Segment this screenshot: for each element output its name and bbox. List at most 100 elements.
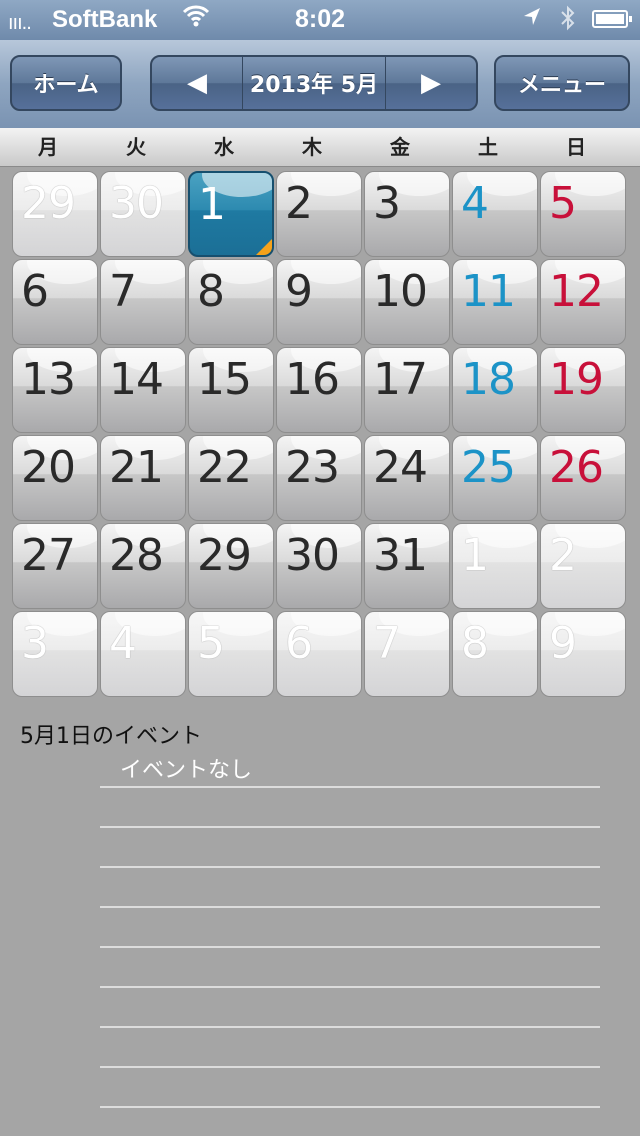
calendar-day[interactable]: 9 [276,259,362,345]
calendar-day[interactable]: 31 [364,523,450,609]
calendar-day[interactable]: 4 [452,171,538,257]
status-bar: ııı.. SoftBank 8:02 [0,0,640,40]
calendar-day[interactable]: 15 [188,347,274,433]
calendar-day[interactable]: 11 [452,259,538,345]
events-title: 5月1日のイベント [20,724,202,749]
day-number: 13 [21,354,76,405]
calendar-day[interactable]: 5 [540,171,626,257]
calendar-day[interactable]: 20 [12,435,98,521]
location-arrow-icon [520,5,544,36]
calendar-day[interactable]: 29 [188,523,274,609]
left-arrow-icon: ◀ [187,68,207,98]
day-number: 21 [109,442,164,493]
calendar-day[interactable]: 8 [452,611,538,697]
calendar-day[interactable]: 3 [12,611,98,697]
calendar-day[interactable]: 3 [364,171,450,257]
day-number: 6 [21,266,49,317]
calendar-day[interactable]: 9 [540,611,626,697]
calendar-day-selected[interactable]: 1 [188,171,274,257]
calendar-day[interactable]: 27 [12,523,98,609]
day-number: 26 [549,442,604,493]
month-title: 2013年 5月 [242,57,386,109]
day-number: 1 [461,530,489,581]
day-number: 9 [285,266,313,317]
event-row-line [100,1066,600,1068]
day-number: 30 [109,178,164,229]
day-number: 18 [461,354,516,405]
weekday-label: 土 [478,135,498,159]
calendar-day[interactable]: 5 [188,611,274,697]
day-number: 5 [197,618,225,669]
event-row-line [100,986,600,988]
calendar-day[interactable]: 8 [188,259,274,345]
bluetooth-icon [560,4,576,39]
menu-button[interactable]: メニュー [494,55,630,111]
event-row-line [100,866,600,868]
home-button[interactable]: ホーム [10,55,122,111]
day-number: 2 [549,530,577,581]
calendar-day[interactable]: 19 [540,347,626,433]
calendar-day[interactable]: 30 [100,171,186,257]
day-number: 2 [285,178,313,229]
calendar-day[interactable]: 29 [12,171,98,257]
calendar-day[interactable]: 23 [276,435,362,521]
no-events-label: イベントなし [120,758,253,783]
calendar-day[interactable]: 10 [364,259,450,345]
event-row-line [100,786,600,788]
weekday-label: 火 [126,135,146,159]
calendar-day[interactable]: 24 [364,435,450,521]
day-number: 14 [109,354,164,405]
weekday-label: 木 [302,135,322,159]
day-number: 8 [461,618,489,669]
day-number: 28 [109,530,164,581]
calendar-day[interactable]: 6 [276,611,362,697]
day-number: 30 [285,530,340,581]
calendar-day[interactable]: 7 [100,259,186,345]
calendar-day[interactable]: 28 [100,523,186,609]
next-month-button[interactable]: ▶ [386,57,476,109]
event-row-line [100,826,600,828]
day-number: 7 [109,266,137,317]
day-number: 3 [373,178,401,229]
month-switcher: ◀ 2013年 5月 ▶ [150,55,478,111]
calendar-day[interactable]: 1 [452,523,538,609]
calendar-day[interactable]: 2 [276,171,362,257]
calendar-day[interactable]: 18 [452,347,538,433]
right-arrow-icon: ▶ [421,68,441,98]
calendar-day[interactable]: 22 [188,435,274,521]
weekday-label: 金 [390,135,410,159]
calendar-day[interactable]: 13 [12,347,98,433]
day-number: 15 [197,354,252,405]
calendar-day[interactable]: 30 [276,523,362,609]
calendar-day[interactable]: 26 [540,435,626,521]
calendar-day[interactable]: 4 [100,611,186,697]
day-number: 11 [461,266,516,317]
day-number: 22 [197,442,252,493]
day-number: 9 [549,618,577,669]
calendar-day[interactable]: 12 [540,259,626,345]
calendar-day[interactable]: 21 [100,435,186,521]
calendar-day[interactable]: 2 [540,523,626,609]
day-number: 27 [21,530,76,581]
day-number: 8 [197,266,225,317]
day-number: 5 [549,178,577,229]
calendar-day[interactable]: 16 [276,347,362,433]
day-number: 6 [285,618,313,669]
nav-bar: ホーム ◀ 2013年 5月 ▶ メニュー [0,40,640,129]
calendar-day[interactable]: 7 [364,611,450,697]
day-number: 3 [21,618,49,669]
calendar-day[interactable]: 14 [100,347,186,433]
day-number: 29 [21,178,76,229]
calendar-day[interactable]: 17 [364,347,450,433]
calendar-day[interactable]: 25 [452,435,538,521]
weekday-header: 月 火 水 木 金 土 日 [0,128,640,167]
day-number: 17 [373,354,428,405]
day-number: 19 [549,354,604,405]
calendar-day[interactable]: 6 [12,259,98,345]
weekday-label: 月 [38,135,58,159]
day-number: 1 [198,179,226,230]
prev-month-button[interactable]: ◀ [152,57,242,109]
day-number: 23 [285,442,340,493]
day-number: 29 [197,530,252,581]
event-row-line [100,1106,600,1108]
